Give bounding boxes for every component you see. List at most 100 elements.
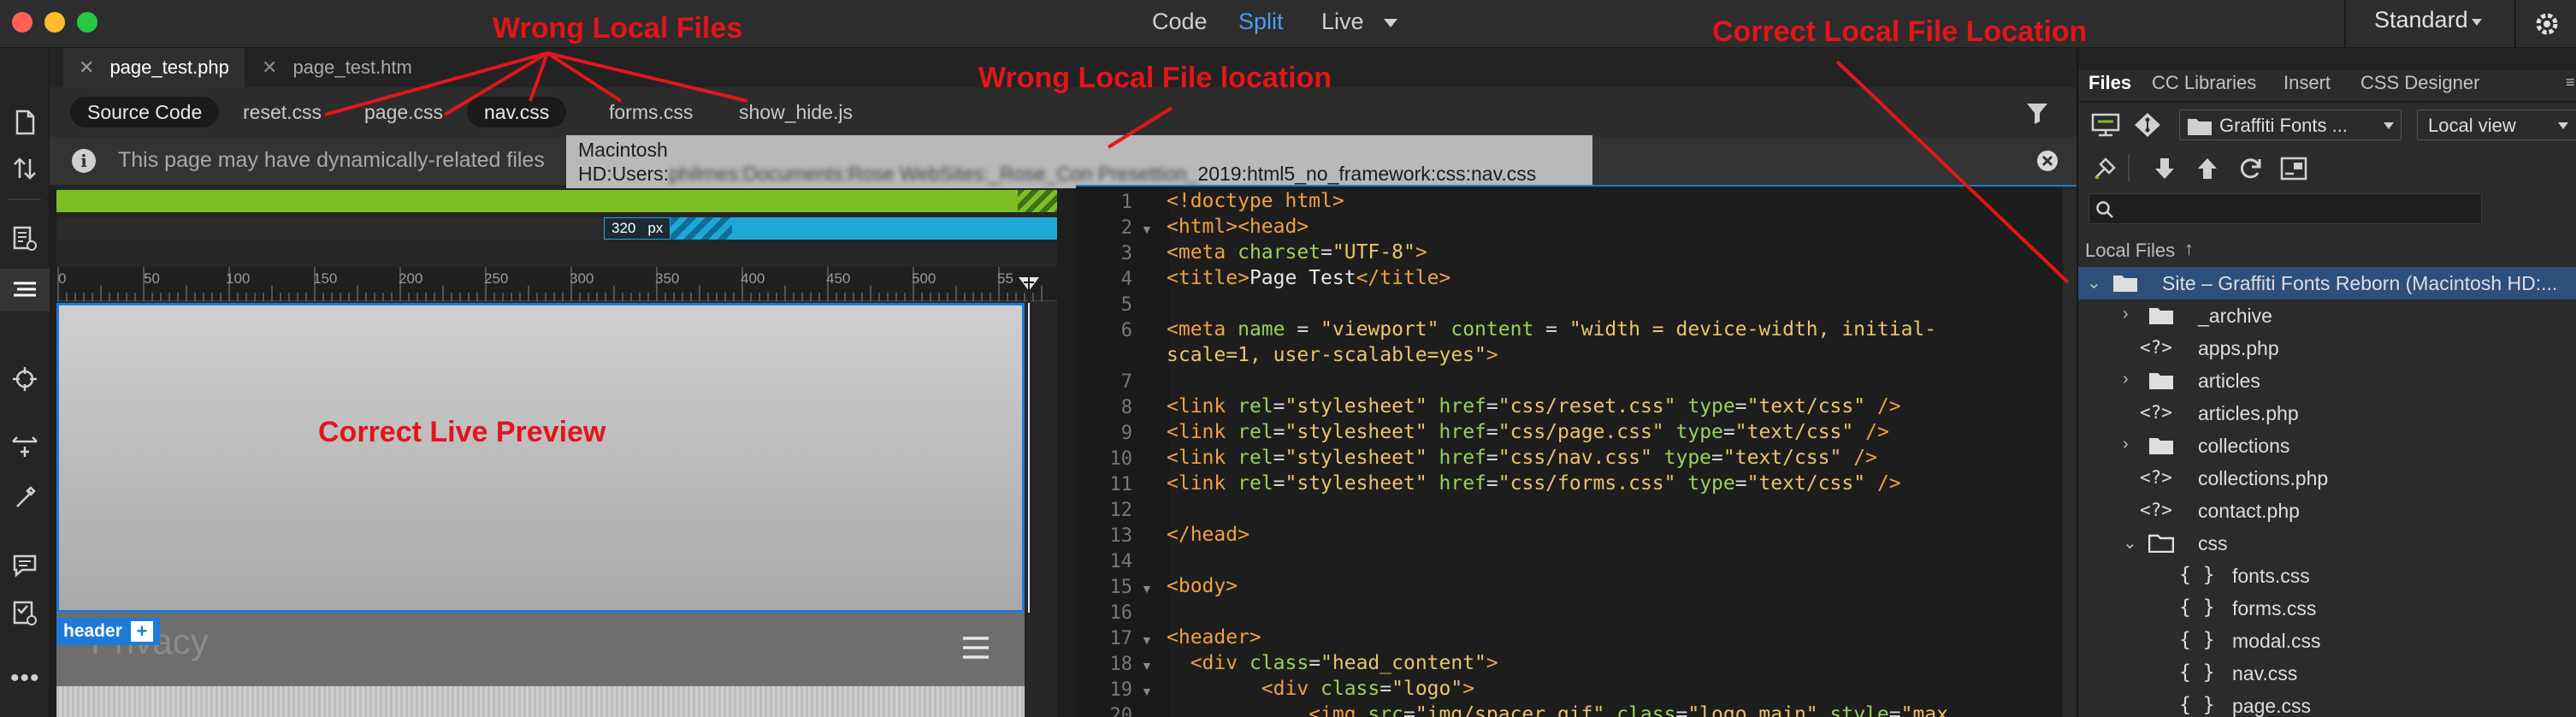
get-files-icon[interactable] (2152, 156, 2177, 181)
code-line[interactable]: <div class="head_content"> (1167, 652, 1498, 674)
file-name: articles (2198, 370, 2260, 392)
comment-icon[interactable] (10, 551, 39, 580)
element-hud[interactable]: header + (56, 618, 160, 645)
live-view-button[interactable]: Live (1321, 9, 1364, 35)
related-file-source-code[interactable]: Source Code (70, 97, 220, 127)
chevron-right-icon[interactable]: › (2123, 370, 2129, 389)
css-file-row[interactable]: { } nav.css (2078, 657, 2576, 690)
add-class-button[interactable]: + (130, 621, 153, 642)
chevron-down-icon[interactable]: ⌄ (2087, 272, 2101, 293)
chevron-right-icon[interactable]: › (2123, 435, 2129, 454)
workspace-switcher[interactable]: Standard (2374, 7, 2468, 33)
close-info-bar-icon[interactable] (2035, 149, 2059, 173)
chevron-right-icon[interactable]: › (2123, 305, 2129, 324)
filter-icon[interactable] (2025, 101, 2049, 125)
folder-row[interactable]: › articles (2078, 364, 2576, 397)
code-view-button[interactable]: Code (1152, 9, 1208, 35)
related-file-page-css[interactable]: page.css (347, 97, 460, 127)
code-view-pane[interactable]: 1 2 ▼ 3 4 5 6 7 8 9 10 11 12 13 14 15 ▼ 16 17 ▼ 18 ▼ 19 ▼ 20 <!d… (1076, 185, 2077, 717)
code-line[interactable]: </head> (1167, 524, 1250, 546)
format-source-icon[interactable] (10, 276, 39, 305)
panel-tab-cc-libraries[interactable]: CC Libraries (2152, 72, 2256, 94)
git-icon[interactable] (2133, 111, 2162, 139)
target-icon[interactable] (10, 364, 39, 394)
site-dropdown[interactable]: Graffiti Fonts ... (2179, 110, 2402, 140)
panel-tab-insert[interactable]: Insert (2284, 72, 2331, 94)
expand-collapse-icon[interactable] (10, 431, 39, 460)
code-line[interactable]: <meta name = "viewport" content = "width… (1167, 318, 1936, 341)
connect-icon[interactable] (2090, 111, 2121, 139)
sort-ascending-icon[interactable]: ↑ (2184, 238, 2194, 260)
tab-page-test-htm[interactable]: ✕ page_test.htm (246, 48, 434, 87)
hamburger-menu-icon[interactable] (961, 635, 990, 661)
local-files-header[interactable]: Local Files ↑ (2078, 234, 2576, 267)
validate-icon[interactable] (10, 599, 39, 628)
code-line[interactable]: <body> (1167, 575, 1238, 597)
media-query-handle[interactable] (1018, 190, 1057, 212)
panel-tab-css-designer[interactable]: CSS Designer (2360, 72, 2479, 94)
php-file-row[interactable]: <?> apps.php (2078, 332, 2576, 364)
code-editor[interactable]: <!doctype html> <html><head> <meta charset… (1076, 187, 2059, 717)
code-token: type (1651, 447, 1712, 469)
php-file-row[interactable]: <?> articles.php (2078, 397, 2576, 430)
minimize-window-button[interactable] (44, 12, 65, 33)
code-line[interactable]: <div class="logo"> (1167, 678, 1474, 700)
related-file-reset-css[interactable]: reset.css (226, 97, 339, 127)
code-line[interactable]: scale=1, user-scalable=yes"> (1167, 344, 1498, 366)
css-file-row[interactable]: { } forms.css (2078, 592, 2576, 625)
code-line[interactable]: <header> (1167, 626, 1261, 649)
live-view-dropdown-icon[interactable] (1384, 19, 1397, 27)
related-file-forms-css[interactable]: forms.css (592, 97, 710, 127)
code-scrollbar[interactable] (2063, 187, 2077, 717)
file-transfer-icon[interactable] (10, 154, 39, 183)
panel-tab-files[interactable]: Files (2089, 72, 2131, 94)
code-token: class (1604, 703, 1676, 717)
close-window-button[interactable] (12, 12, 32, 33)
eyedropper-icon[interactable] (10, 483, 39, 512)
live-inspect-icon[interactable] (10, 224, 39, 253)
php-file-row[interactable]: <?> collections.php (2078, 462, 2576, 495)
ruler-resize-handle-icon[interactable] (1016, 270, 1042, 301)
code-token: "width = device-width, initial- (1569, 318, 1937, 341)
view-dropdown[interactable]: Local view (2417, 110, 2576, 140)
workspace-dropdown-icon[interactable] (2472, 19, 2482, 26)
code-line[interactable]: <img src="img/spacer.gif" class="logo_ma… (1167, 703, 1948, 717)
site-root-row[interactable]: ⌄ Site – Graffiti Fonts Reborn (Macintosh… (2078, 267, 2576, 299)
folder-row[interactable]: › _archive (2078, 299, 2576, 332)
zoom-window-button[interactable] (77, 12, 97, 33)
refresh-icon[interactable] (2237, 156, 2263, 181)
chevron-down-icon[interactable]: ⌄ (2123, 532, 2137, 554)
split-view-button[interactable]: Split (1238, 9, 1284, 35)
put-files-icon[interactable] (2195, 156, 2220, 181)
code-line[interactable]: <link rel="stylesheet" href="css/page.cs… (1167, 421, 1889, 443)
code-line[interactable]: <link rel="stylesheet" href="css/reset.c… (1167, 395, 1901, 418)
code-line[interactable]: <link rel="stylesheet" href="css/nav.css… (1167, 447, 1877, 469)
related-file-show-hide-js[interactable]: show_hide.js (722, 97, 870, 127)
live-preview-area[interactable] (56, 303, 1025, 613)
sync-icon[interactable] (2280, 156, 2307, 181)
code-line[interactable]: <title>Page Test</title> (1167, 267, 1450, 289)
css-file-row[interactable]: { } fonts.css (2078, 560, 2576, 592)
more-tools-icon[interactable]: ••• (10, 664, 40, 693)
preview-header[interactable]: Privacy (56, 613, 1025, 686)
files-search-input[interactable] (2089, 193, 2482, 224)
tab-page-test-php[interactable]: ✕ page_test.php (63, 48, 245, 87)
gear-icon[interactable] (2532, 9, 2562, 39)
code-line[interactable]: <html><head> (1167, 216, 1309, 238)
related-file-nav-css[interactable]: nav.css (467, 97, 567, 127)
css-file-row[interactable]: { } modal.css (2078, 625, 2576, 657)
php-file-row[interactable]: <?> contact.php (2078, 495, 2576, 527)
close-tab-icon[interactable]: ✕ (79, 56, 94, 79)
code-line[interactable]: <!doctype html> (1167, 190, 1344, 212)
code-line[interactable]: <meta charset="UTF-8"> (1167, 241, 1427, 264)
expand-panel-icon[interactable] (2090, 154, 2119, 183)
folder-row[interactable]: › collections (2078, 430, 2576, 462)
folder-row[interactable]: ⌄ css (2078, 527, 2576, 560)
code-line[interactable]: <link rel="stylesheet" href="css/forms.c… (1167, 472, 1901, 495)
open-document-icon[interactable] (10, 108, 39, 137)
css-file-row[interactable]: { } page.css (2078, 690, 2576, 717)
code-token: type (1675, 395, 1735, 418)
media-query-bar[interactable] (56, 190, 1057, 212)
panel-menu-icon[interactable]: ≡ (2566, 74, 2575, 92)
close-tab-icon[interactable]: ✕ (262, 56, 277, 79)
